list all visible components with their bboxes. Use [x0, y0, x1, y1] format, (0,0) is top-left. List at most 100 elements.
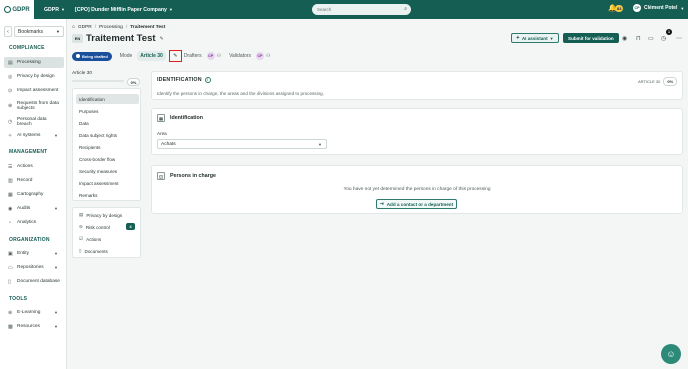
lock-icon[interactable]: ⊓: [636, 35, 641, 42]
mode-value[interactable]: Article 30: [137, 51, 166, 61]
identification-section-heading: ▤ Identification: [157, 114, 203, 122]
bookmarks-label: Bookmarks: [18, 28, 44, 35]
search-icon: ⌕: [404, 6, 407, 12]
notification-count-badge: 83: [615, 5, 624, 12]
area-select[interactable]: Achats ▼: [157, 139, 327, 149]
validator-avatar[interactable]: CP: [255, 52, 264, 60]
breadcrumb-item[interactable]: Processing: [99, 25, 123, 30]
comment-icon[interactable]: ▭: [648, 35, 654, 42]
nav-item-cross-border-flow[interactable]: Cross-border flow: [76, 154, 139, 164]
add-validator-icon[interactable]: ⚇: [266, 53, 270, 59]
sidebar-item-analytics[interactable]: ◔ Analytics: [4, 217, 64, 228]
link-actions[interactable]: ☑ Actions: [79, 236, 101, 242]
sidebar-item-elearning[interactable]: ⊛ E-Learning ▼: [4, 307, 64, 318]
nav-item-impact-assessment[interactable]: Impact assessment: [76, 178, 139, 188]
language-badge[interactable]: EN: [72, 34, 83, 43]
sidebar-section-organization: ORGANIZATION: [9, 237, 50, 243]
history-icon[interactable]: ◷: [661, 35, 666, 42]
bookmarks-bar: ‹ Bookmarks ▼: [4, 26, 64, 37]
sidebar-item-label: Audits: [17, 206, 31, 211]
sidebar-item-impact-assessment[interactable]: ⊙ Impact assessment: [4, 85, 64, 96]
home-icon[interactable]: ⌂: [72, 25, 75, 30]
sidebar-item-repositories[interactable]: ▭ Repositories ▼: [4, 262, 64, 273]
id-card-icon: ▤: [157, 114, 165, 122]
impact-icon: ⊙: [8, 87, 13, 94]
identification-section-title: Identification: [170, 115, 203, 121]
link-privacy-by-design[interactable]: ▤ Privacy by design: [79, 212, 122, 218]
link-label: Risk control: [85, 224, 110, 230]
chevron-down-icon: ▼: [680, 5, 685, 11]
breadcrumb-item[interactable]: GDPR: [78, 25, 92, 30]
sidebar-item-label: E-Learning: [17, 310, 41, 315]
folder-icon: ▭: [8, 264, 13, 271]
more-options-icon[interactable]: ⋯: [676, 35, 682, 42]
search-input[interactable]: Search ⌕: [312, 4, 411, 15]
sidebar-section-management: MANAGEMENT: [9, 149, 48, 155]
identification-title: IDENTIFICATION: [157, 77, 202, 83]
sidebar-item-ai-systems[interactable]: ✧ AI systems ▼: [4, 130, 64, 141]
nav-item-data-subject-rights[interactable]: Data subject rights: [76, 130, 139, 140]
app-logo[interactable]: GDPR: [0, 0, 34, 19]
notification-badge: 1: [666, 29, 672, 35]
risk-count-badge: 4: [126, 223, 135, 230]
nav-item-data[interactable]: Data: [76, 118, 139, 128]
sidebar-item-processing[interactable]: ▤ Processing: [4, 57, 64, 68]
info-icon[interactable]: i: [204, 77, 211, 83]
link-label: Documents: [84, 248, 108, 254]
back-arrow-icon[interactable]: ‹: [4, 26, 12, 37]
edit-mode-button[interactable]: ✎: [168, 50, 182, 62]
sidebar-item-document-database[interactable]: ▯ Document database: [4, 276, 64, 287]
status-label: Being drafted: [82, 53, 108, 59]
sidebar-item-cartography[interactable]: ▦ Cartography: [4, 189, 64, 200]
nav-item-remarks[interactable]: Remarks: [76, 190, 139, 200]
sidebar-item-audits[interactable]: ◉ Audits ▼: [4, 203, 64, 214]
nav-item-security-measures[interactable]: Security measures: [76, 166, 139, 176]
add-contact-button[interactable]: ⇥ Add a contact or a department: [376, 199, 457, 209]
sidebar-item-privacy-by-design[interactable]: ◎ Privacy by design: [4, 71, 64, 82]
nav-item-identification[interactable]: Identification: [76, 94, 139, 104]
link-risk-control[interactable]: ⊖ Risk control: [79, 224, 110, 230]
sidebar-item-label: Repositories: [17, 265, 44, 270]
user-menu[interactable]: CP Clément Potel ▼: [633, 4, 684, 12]
chat-support-button[interactable]: ☺: [661, 344, 681, 364]
drafter-avatar[interactable]: CP: [206, 52, 215, 60]
ai-assistant-button[interactable]: ✦ AI assistant ▼: [511, 33, 559, 43]
sidebar-item-record[interactable]: ▥ Record: [4, 175, 64, 186]
logo-text: GDPR: [12, 6, 30, 13]
edit-title-icon[interactable]: ✎: [160, 36, 164, 42]
persons-empty-message: You have not yet determined the persons …: [343, 187, 491, 192]
sidebar-item-actions[interactable]: ☰ Actions: [4, 161, 64, 172]
add-drafter-icon[interactable]: ⚇: [217, 53, 221, 59]
persons-heading: ◫ Persons in charge: [157, 172, 216, 180]
progress-bar: [72, 80, 124, 82]
page-title: Traitement Test: [86, 33, 156, 44]
eye-icon[interactable]: ◉: [622, 35, 627, 42]
chevron-down-icon: ▼: [54, 324, 58, 329]
bookmarks-select[interactable]: Bookmarks ▼: [14, 26, 64, 37]
module-label: GDPR: [44, 6, 59, 13]
elearning-icon: ⊛: [8, 309, 13, 316]
document-icon: ▯: [8, 278, 11, 285]
sidebar-section-compliance: COMPLIANCE: [9, 45, 45, 51]
search-placeholder: Search: [317, 7, 332, 12]
mode-label: Mode: [119, 53, 133, 59]
validators-label: Validators: [229, 53, 251, 59]
nav-item-purposes[interactable]: Purposes: [76, 106, 139, 116]
chevron-down-icon: ▼: [54, 251, 58, 256]
record-icon: ▥: [8, 177, 13, 184]
sidebar-item-label: Actions: [17, 164, 33, 169]
company-selector[interactable]: [CPO] Dunder Mifflin Paper Company ▼: [75, 7, 173, 13]
sidebar-item-resources[interactable]: ▩ Resources ▼: [4, 321, 64, 332]
sidebar-item-requests[interactable]: ⊕ Requests from data subjects: [4, 99, 64, 112]
sidebar-item-breach[interactable]: ◷ Personal data breach: [4, 115, 64, 128]
sidebar-item-entity[interactable]: ▣ Entity ▼: [4, 248, 64, 259]
chat-icon: ☺: [666, 349, 676, 359]
section-nav: Identification Purposes Data Data subjec…: [72, 88, 141, 201]
sidebar-item-label: Record: [17, 178, 33, 183]
sidebar-item-label: Analytics: [17, 220, 37, 225]
module-selector[interactable]: GDPR ▼: [44, 7, 65, 13]
area-label: Area: [157, 131, 167, 136]
submit-for-validation-button[interactable]: Submit for validation: [563, 33, 619, 43]
nav-item-recipients[interactable]: Recipients: [76, 142, 139, 152]
link-documents[interactable]: ▯ Documents: [79, 248, 108, 254]
